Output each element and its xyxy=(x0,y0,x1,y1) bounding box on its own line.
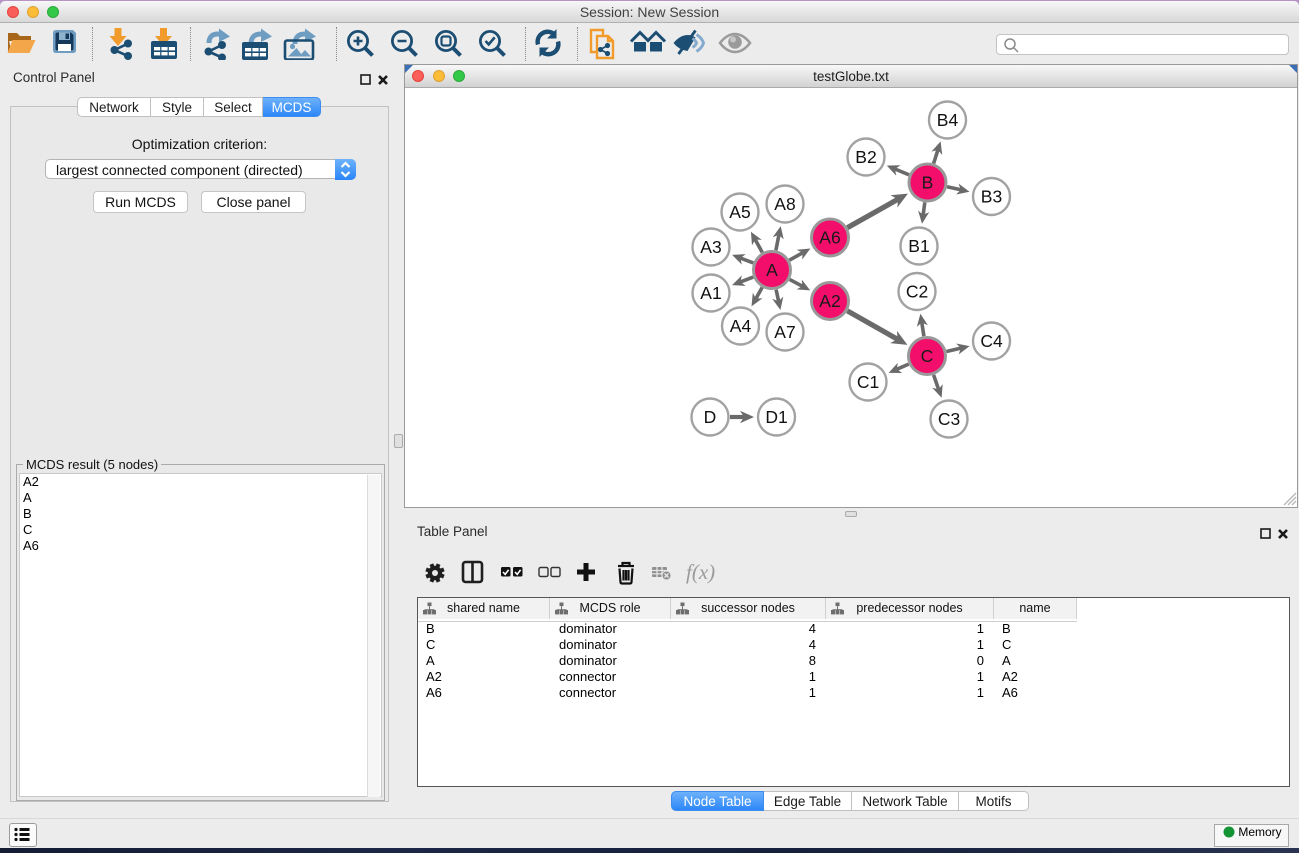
svg-text:A8: A8 xyxy=(774,194,795,214)
svg-text:B3: B3 xyxy=(981,187,1002,207)
svg-text:f(x): f(x) xyxy=(686,560,715,584)
svg-text:B1: B1 xyxy=(908,236,929,256)
svg-text:A3: A3 xyxy=(700,237,721,257)
svg-text:A4: A4 xyxy=(730,316,752,336)
svg-text:B2: B2 xyxy=(855,147,876,167)
svg-text:C4: C4 xyxy=(980,331,1003,351)
svg-text:A5: A5 xyxy=(729,202,750,222)
svg-text:C: C xyxy=(921,346,934,366)
svg-text:D: D xyxy=(704,407,717,427)
svg-text:B: B xyxy=(922,173,934,193)
svg-text:A6: A6 xyxy=(819,228,840,248)
svg-text:B4: B4 xyxy=(937,110,959,130)
svg-text:A1: A1 xyxy=(700,283,721,303)
svg-text:C2: C2 xyxy=(906,282,928,302)
svg-text:C3: C3 xyxy=(938,409,960,429)
svg-text:A7: A7 xyxy=(774,322,795,342)
svg-text:A: A xyxy=(766,260,778,280)
svg-text:A2: A2 xyxy=(819,291,840,311)
svg-text:C1: C1 xyxy=(857,372,879,392)
svg-text:D1: D1 xyxy=(765,407,787,427)
